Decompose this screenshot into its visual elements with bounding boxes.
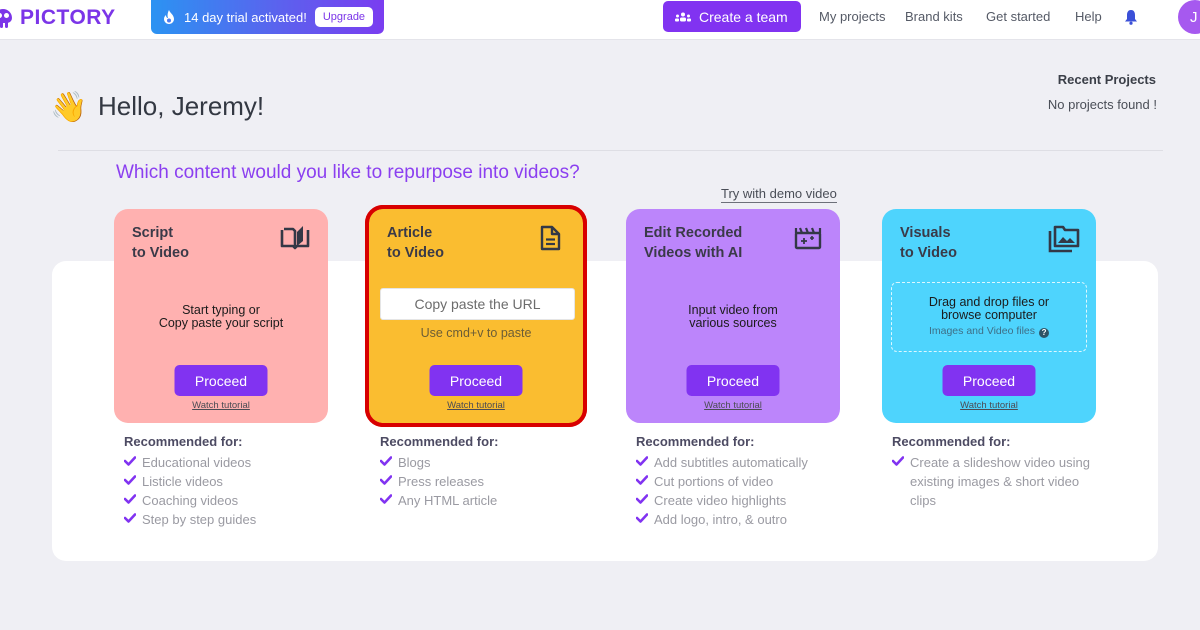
recent-projects-title: Recent Projects [1057,72,1156,87]
check-icon [124,494,136,504]
recommended-item-text: Listicle videos [142,474,223,489]
check-icon [636,513,648,523]
check-icon [124,513,136,523]
check-icon [636,494,648,504]
repurpose-question: Which content would you like to repurpos… [116,162,580,183]
trial-banner: 14 day trial activated! Upgrade [151,0,384,34]
recent-projects-empty: No projects found ! [1047,97,1157,112]
recommended-item-text: Add subtitles automatically [654,455,808,470]
nav-my-projects[interactable]: My projects [819,9,885,24]
watch-tutorial-link[interactable]: Watch tutorial [447,400,505,411]
recommended-item: Create video highlights [636,491,866,510]
flame-icon [164,10,174,24]
check-icon [380,456,392,466]
recommended-item: Any HTML article [380,491,610,510]
trial-text: 14 day trial activated! [184,9,307,25]
check-icon [380,494,392,504]
recommended-title: Recommended for: [380,434,499,449]
document-icon [540,225,561,251]
recommended-item-text: Any HTML article [398,493,498,508]
recommendations-article: Recommended for: Blogs Press releases Any … [380,434,610,510]
recommended-item: Add logo, intro, & outro [636,510,866,529]
recommended-item: Press releases [380,472,610,491]
recommended-item: Cut portions of video [636,472,866,491]
file-dropzone[interactable]: Drag and drop files or browse computer I… [891,282,1087,352]
clapperboard-icon [794,227,822,250]
card-description: Input video from various sources [688,303,778,330]
card-title: Visuals to Video [900,225,957,261]
recommendations-edit: Recommended for: Add subtitles automatic… [636,434,866,529]
image-folder-icon [1048,225,1080,253]
watch-tutorial-link[interactable]: Watch tutorial [960,400,1018,411]
card-description: Start typing or Copy paste your script [158,303,284,330]
recommendations-visuals: Recommended for: Create a slideshow vide… [892,434,1092,510]
help-question-icon[interactable]: ? [1039,328,1050,338]
nav-get-started[interactable]: Get started [986,9,1050,24]
card-edit-recorded-videos[interactable]: Edit Recorded Videos with AI Input video… [626,209,840,423]
team-icon [675,12,691,21]
user-avatar[interactable]: J [1178,0,1200,34]
card-script-to-video[interactable]: Script to Video Start typing or Copy pas… [114,209,328,423]
recommended-item: Coaching videos [124,491,354,510]
recommended-title: Recommended for: [636,434,755,449]
recommended-item: Blogs [380,453,610,472]
check-icon [124,475,136,485]
create-team-button[interactable]: Create a team [663,1,801,32]
recommended-item-text: Add logo, intro, & outro [654,512,787,527]
check-icon [636,475,648,485]
book-open-icon [280,226,310,250]
watch-tutorial-link[interactable]: Watch tutorial [704,400,762,411]
check-icon [892,456,904,466]
proceed-button[interactable]: Proceed [174,365,268,396]
recommended-item-text: Press releases [398,474,484,489]
proceed-button[interactable]: Proceed [686,365,780,396]
recommended-item-text: Step by step guides [142,512,257,527]
check-icon [636,456,648,466]
watch-tutorial-link[interactable]: Watch tutorial [192,400,250,411]
recommended-title: Recommended for: [892,434,1011,449]
greeting-title: Hello, Jeremy! [98,91,265,121]
recommended-item-text: Cut portions of video [654,474,774,489]
notification-bell-icon[interactable] [1124,9,1138,25]
recommended-item: Step by step guides [124,510,354,529]
pictory-logo[interactable]: PICTORY [0,5,116,31]
check-icon [124,456,136,466]
waving-hand-icon: 👋 [50,91,88,124]
octopus-logo-icon [0,7,16,29]
recommended-item: Educational videos [124,453,354,472]
proceed-button[interactable]: Proceed [429,365,523,396]
article-url-input[interactable] [380,288,575,320]
recommended-title: Recommended for: [124,434,243,449]
brand-name: PICTORY [20,6,116,29]
recommended-item-text: Coaching videos [142,493,239,508]
nav-help[interactable]: Help [1075,9,1102,24]
proceed-button[interactable]: Proceed [942,365,1036,396]
upgrade-button[interactable]: Upgrade [314,7,374,27]
divider [58,150,1163,151]
top-nav-bar: PICTORY 14 day trial activated! Upgrade … [0,0,1200,40]
recommended-item: Add subtitles automatically [636,453,866,472]
dropzone-text: Drag and drop files or browse computer [928,295,1050,322]
check-icon [380,475,392,485]
recommended-item-text: Create video highlights [654,493,787,508]
recommended-item: Listicle videos [124,472,354,491]
recommended-item-text: Create a slideshow video using existing … [910,455,1090,508]
paste-hint: Use cmd+v to paste [420,326,532,340]
card-title: Edit Recorded Videos with AI [644,225,743,261]
recommendations-script: Recommended for: Educational videos Listi… [124,434,354,529]
card-title: Script to Video [132,225,189,261]
card-article-to-video[interactable]: Article to Video Use cmd+v to paste Proc… [365,205,587,427]
card-visuals-to-video[interactable]: Visuals to Video Drag and drop files or … [882,209,1096,423]
try-demo-video-link[interactable]: Try with demo video [721,186,837,203]
recommended-item-text: Blogs [398,455,431,470]
recommended-item: Create a slideshow video using existing … [892,453,1092,510]
create-team-label: Create a team [699,8,788,25]
dropzone-subtext: Images and Video files [928,325,1036,337]
card-title: Article to Video [387,225,444,261]
nav-brand-kits[interactable]: Brand kits [905,9,963,24]
recommended-item-text: Educational videos [142,455,252,470]
